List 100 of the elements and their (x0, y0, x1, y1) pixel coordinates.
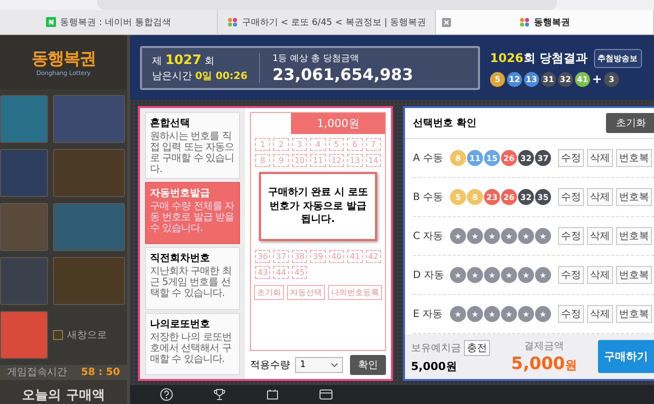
quantity-select[interactable]: 1 (295, 357, 343, 373)
purchase-option[interactable]: 나의로또번호 저장한 나의 로또번호에서 선택해서 구매할 수 있습니다. (145, 312, 240, 375)
number-ball: ★ (518, 228, 534, 244)
number-cell[interactable]: 45 (292, 266, 308, 278)
ticket-icon[interactable] (266, 388, 279, 401)
number-cell[interactable]: 7 (366, 138, 381, 151)
purchase-option[interactable]: 직전회차번호 지난회차 구매한 최근 5게임 번호를 선택할 수 있습니다. (145, 247, 240, 310)
number-cell[interactable]: 2 (273, 138, 289, 151)
row-action-button[interactable]: 삭제 (587, 188, 613, 206)
game-banner[interactable] (0, 256, 48, 305)
number-ball: 3 (604, 72, 620, 86)
game-banner[interactable] (0, 202, 48, 251)
payment-label: 결제금액 (524, 340, 564, 353)
number-cell[interactable]: 5 (328, 138, 344, 151)
browser-tab[interactable]: 구매하기 < 로또 6/45 < 복권정보 | 동행복권 (218, 10, 436, 34)
number-cell[interactable]: 13 (347, 154, 363, 167)
number-cell[interactable]: 40 (328, 250, 344, 262)
option-title: 혼합선택 (150, 117, 191, 130)
number-ball: ★ (501, 306, 517, 322)
checkbox-icon[interactable] (53, 330, 63, 340)
confirm-button[interactable]: 확인 (350, 355, 386, 375)
remaining-time: 남은시간 0일 00:26 (152, 70, 248, 82)
number-ball: ★ (484, 228, 500, 244)
number-cell[interactable]: 42 (366, 250, 381, 262)
number-ball: 5 (490, 72, 505, 86)
number-cell[interactable]: 38 (292, 250, 308, 262)
payment-amount: 5,000원 (511, 354, 577, 374)
checkbox-label: 새창으로 (67, 328, 107, 342)
number-cell[interactable]: 1 (255, 138, 270, 151)
option-description: 저장한 나의 로또번호에서 선택해서 구매할 수 있습니다. (150, 332, 232, 365)
number-cell[interactable]: 43 (255, 266, 270, 278)
number-ball: 8 (450, 150, 466, 166)
game-banner[interactable] (53, 94, 125, 143)
number-cell[interactable]: 9 (273, 154, 289, 167)
browser-tab[interactable]: 동행복권 : 네이버 통합검색 (0, 10, 218, 34)
number-cell[interactable]: 41 (347, 250, 363, 262)
game-banner[interactable] (0, 94, 48, 143)
logo-text[interactable]: 동행복권 (32, 46, 96, 70)
game-label: D 자동 (413, 269, 445, 282)
number-cell[interactable]: 3 (292, 138, 308, 151)
number-ball: ★ (535, 228, 551, 244)
row-action-button[interactable]: 수정 (558, 149, 584, 167)
purchase-option[interactable]: 자동번호발급 구매 수량 전체를 자동 번호로 발급 받을 수 있습니다. (145, 182, 240, 244)
number-cell[interactable]: 37 (273, 250, 289, 262)
number-cell[interactable]: 6 (347, 138, 363, 151)
number-ball: ★ (484, 267, 500, 283)
broadcast-button[interactable]: 추첨방송보 (594, 48, 642, 68)
number-cell[interactable]: 10 (292, 154, 308, 167)
ticket-button[interactable]: 나의번호등록 (328, 284, 382, 300)
trophy-icon[interactable] (213, 388, 226, 401)
purchase-option[interactable]: 혼합선택 원하시는 번호를 직접 입력 또는 자동으로 구매할 수 있습니다. (145, 112, 240, 179)
game-banner[interactable] (0, 148, 48, 197)
naver-logo-icon (46, 17, 56, 27)
row-action-button[interactable]: 수정 (558, 227, 584, 245)
plus-sign: + (592, 72, 602, 86)
game-label: C 자동 (413, 230, 444, 243)
browser-tab[interactable]: 동행복권 (436, 10, 654, 34)
charge-button[interactable]: 충전 (464, 340, 490, 356)
row-action-button[interactable]: 번호복 (616, 188, 652, 206)
row-action-button[interactable]: 수정 (558, 305, 584, 323)
game-banner[interactable] (53, 202, 125, 251)
option-description: 지난회차 구매한 최근 5게임 번호를 선택할 수 있습니다. (150, 266, 232, 300)
ticket-price: 1,000원 (291, 113, 385, 134)
row-action-button[interactable]: 수정 (558, 188, 584, 206)
number-cell[interactable]: 12 (328, 154, 344, 167)
row-action-button[interactable]: 번호복 (616, 266, 652, 284)
number-ball: ★ (467, 267, 483, 283)
number-ball: ★ (484, 306, 500, 322)
help-icon[interactable] (160, 388, 173, 401)
game-banner[interactable] (0, 310, 48, 359)
reset-button[interactable]: 초기화 (606, 113, 654, 133)
number-cell[interactable]: 11 (310, 154, 326, 167)
number-cell[interactable]: 39 (310, 250, 326, 262)
number-cell[interactable]: 44 (273, 266, 289, 278)
row-action-button[interactable]: 삭제 (587, 266, 613, 284)
row-action-button[interactable]: 삭제 (587, 227, 613, 245)
new-window-checkbox[interactable]: 새창으로 (53, 310, 125, 359)
number-ball: 26 (501, 189, 517, 205)
close-icon[interactable] (442, 18, 451, 27)
row-action-button[interactable]: 삭제 (587, 149, 613, 167)
game-banner[interactable] (53, 148, 125, 197)
session-time: 58 : 50 (81, 366, 120, 378)
row-action-button[interactable]: 수정 (558, 266, 584, 284)
game-label: E 자동 (413, 308, 444, 321)
address-bar[interactable] (97, 0, 557, 10)
balance-label: 보유예치금 (411, 342, 461, 354)
number-cell[interactable]: 4 (310, 138, 326, 151)
ticket-button[interactable]: 자동선택 (287, 284, 325, 300)
row-action-button[interactable]: 삭제 (587, 305, 613, 323)
card-icon[interactable] (319, 388, 333, 401)
number-ball: ★ (450, 228, 466, 244)
ticket-button[interactable]: 초기화 (254, 284, 284, 300)
number-cell[interactable]: 14 (366, 154, 381, 167)
buy-button[interactable]: 구매하기 (598, 340, 654, 373)
number-cell[interactable]: 8 (255, 154, 270, 167)
row-action-button[interactable]: 번호복 (616, 305, 652, 323)
row-action-button[interactable]: 번호복 (616, 149, 652, 167)
row-action-button[interactable]: 번호복 (616, 227, 652, 245)
number-cell[interactable]: 36 (255, 250, 270, 262)
game-banner[interactable] (53, 256, 125, 305)
